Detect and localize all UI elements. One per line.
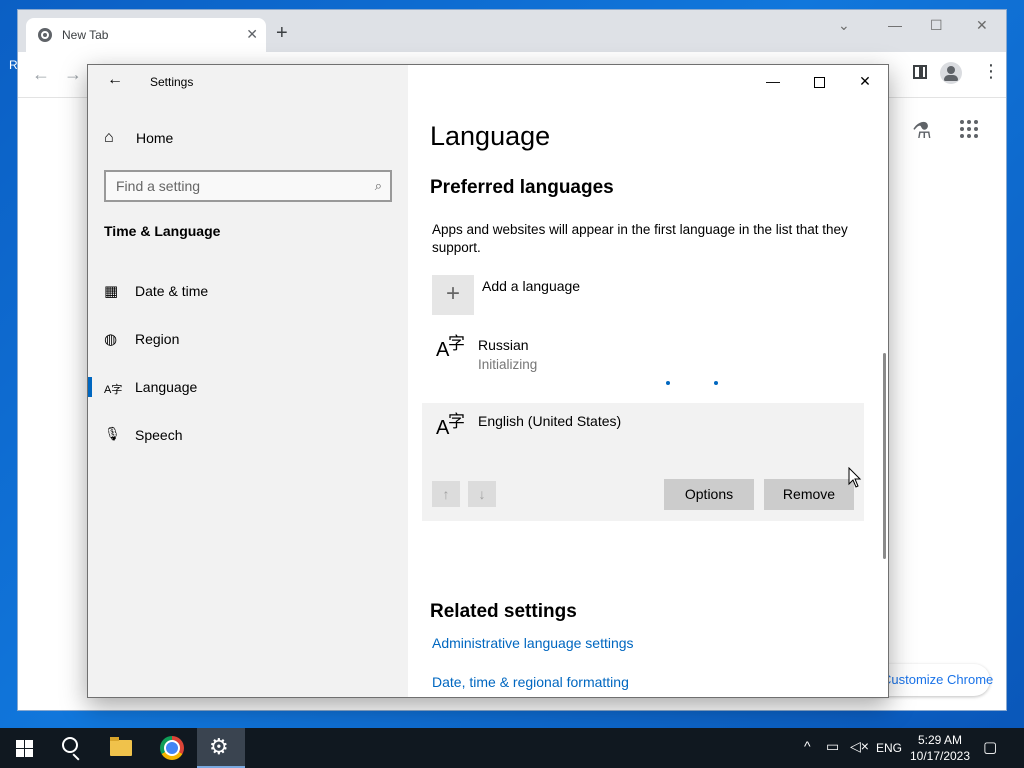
close-button[interactable]: ✕ <box>842 65 888 97</box>
regional-formatting-link[interactable]: Date, time & regional formatting <box>432 674 629 690</box>
language-item-russian[interactable]: A字 Russian Initializing <box>422 327 864 399</box>
chrome-tab-title: New Tab <box>62 28 109 42</box>
minimize-button[interactable]: — <box>750 65 796 97</box>
apps-grid-icon[interactable] <box>960 120 978 138</box>
settings-nav-pane: ← Settings ⌂ Home ⌕ Time & Language ▦ Da… <box>88 65 408 697</box>
network-icon[interactable]: ▭ <box>826 738 839 768</box>
nav-item-date-time[interactable]: ▦ Date & time <box>88 271 408 311</box>
taskbar-chrome[interactable] <box>148 728 196 768</box>
preferred-languages-heading: Preferred languages <box>430 177 614 198</box>
folder-icon <box>110 737 132 756</box>
language-status: Initializing <box>478 357 538 372</box>
settings-window: ← Settings ⌂ Home ⌕ Time & Language ▦ Da… <box>87 64 889 698</box>
settings-content-pane: — ✕ Language Preferred languages Apps an… <box>408 65 888 697</box>
page-title: Language <box>430 121 551 151</box>
forward-arrow-icon[interactable]: → <box>64 64 82 85</box>
admin-language-settings-link[interactable]: Administrative language settings <box>432 635 634 651</box>
nav-item-label: Region <box>135 331 180 347</box>
progress-dot <box>714 381 718 385</box>
desktop-letter: R <box>9 58 18 72</box>
maximize-button[interactable] <box>796 65 842 97</box>
scrollbar[interactable] <box>883 353 886 559</box>
nav-item-language[interactable]: A字 Language <box>88 367 408 407</box>
chrome-favicon-icon <box>38 28 52 42</box>
taskbar-settings[interactable]: ⚙ <box>197 728 245 768</box>
progress-dot <box>666 381 670 385</box>
start-button[interactable] <box>0 728 48 768</box>
search-icon: ⌕ <box>374 178 382 193</box>
add-language-label: Add a language <box>482 278 581 294</box>
maximize-icon <box>813 76 825 88</box>
notifications-icon[interactable]: ▢ <box>983 738 997 768</box>
language-icon: A字 <box>104 384 123 396</box>
move-down-button[interactable]: ↓ <box>468 481 496 507</box>
labs-flask-icon[interactable]: ⚗ <box>912 118 932 144</box>
section-heading: Time & Language <box>104 223 221 239</box>
remove-button[interactable]: Remove <box>764 479 854 510</box>
tab-search-button[interactable]: ⌄ <box>838 17 850 34</box>
search-box[interactable]: ⌕ <box>104 170 392 202</box>
home-label: Home <box>136 130 174 146</box>
clock-time: 5:29 AM <box>917 733 963 747</box>
chrome-close-button[interactable]: ✕ <box>976 17 988 34</box>
language-item-english[interactable]: A字 English (United States) ↑ ↓ Options R… <box>422 403 864 521</box>
preferred-languages-description: Apps and websites will appear in the fir… <box>432 222 848 255</box>
show-hidden-icons-chevron-icon[interactable]: ^ <box>804 738 811 768</box>
window-title: Settings <box>150 75 194 89</box>
add-language-button[interactable]: + Add a language <box>432 275 692 317</box>
nav-item-label: Date & time <box>135 283 209 299</box>
search-icon <box>62 737 78 753</box>
microphone-icon: 🎙 <box>104 426 121 441</box>
gear-icon: ⚙ <box>209 734 229 759</box>
back-button[interactable]: ← <box>104 71 126 93</box>
related-settings-heading: Related settings <box>430 601 577 622</box>
taskbar-file-explorer[interactable] <box>98 728 146 768</box>
options-button[interactable]: Options <box>664 479 754 510</box>
home-icon: ⌂ <box>104 129 114 146</box>
mouse-cursor-icon <box>848 467 862 488</box>
nav-item-label: Speech <box>135 427 183 443</box>
nav-item-region[interactable]: ◍ Region <box>88 319 408 359</box>
clock-date: 10/17/2023 <box>909 749 971 763</box>
windows-logo-icon <box>16 740 33 757</box>
chrome-tab-strip: New Tab ✕ + ⌄ — ☐ ✕ <box>18 10 1006 52</box>
close-icon[interactable]: ✕ <box>246 26 258 43</box>
taskbar: ⚙ ^ ▭ ◁× ENG 5:29 AM 10/17/2023 ▢ <box>0 728 1024 768</box>
plus-icon: + <box>432 275 474 315</box>
more-menu-icon[interactable]: ⋮ <box>982 62 1000 80</box>
chrome-maximize-button[interactable]: ☐ <box>930 17 943 34</box>
chrome-tab-new-tab[interactable]: New Tab ✕ <box>26 18 266 52</box>
profile-avatar-icon[interactable] <box>940 62 962 84</box>
language-name: English (United States) <box>478 413 622 429</box>
chrome-minimize-button[interactable]: — <box>888 17 902 33</box>
taskbar-search-button[interactable] <box>48 728 96 768</box>
nav-item-label: Language <box>135 379 198 395</box>
language-name: Russian <box>478 337 529 353</box>
globe-icon: ◍ <box>104 331 118 348</box>
search-input[interactable] <box>106 172 362 200</box>
nav-item-speech[interactable]: 🎙 Speech <box>88 415 408 455</box>
customize-chrome-label: Customize Chrome <box>882 672 994 687</box>
back-arrow-icon[interactable]: ← <box>32 64 50 85</box>
input-language-indicator[interactable]: ENG <box>876 741 902 768</box>
side-panel-icon[interactable] <box>913 65 927 79</box>
volume-muted-icon[interactable]: ◁× <box>850 738 869 768</box>
clock[interactable]: 5:29 AM 10/17/2023 <box>904 732 976 764</box>
chrome-icon <box>160 736 184 760</box>
calendar-clock-icon: ▦ <box>104 283 119 300</box>
move-up-button[interactable]: ↑ <box>432 481 460 507</box>
new-tab-button[interactable]: + <box>276 22 288 45</box>
